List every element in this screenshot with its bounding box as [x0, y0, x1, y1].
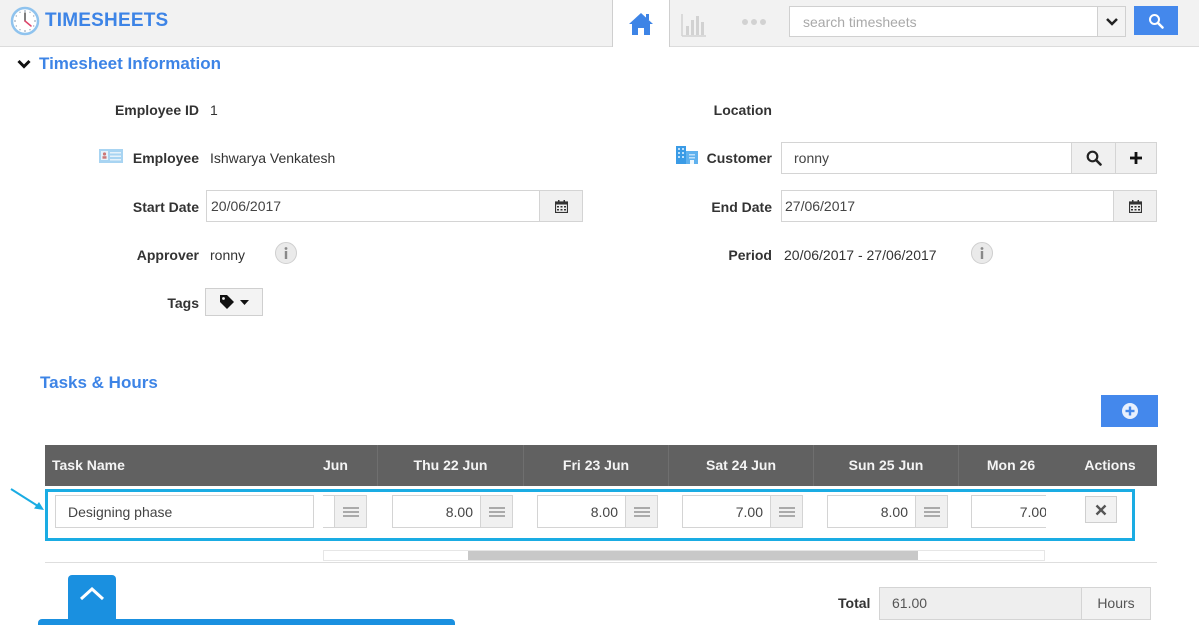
period-label: Period [728, 247, 772, 263]
nav-home-button[interactable] [612, 0, 670, 47]
employee-label: Employee [132, 150, 199, 166]
chevron-up-icon [79, 587, 105, 601]
add-task-button[interactable] [1101, 395, 1158, 427]
home-icon [629, 12, 653, 35]
clock-icon [10, 6, 40, 36]
menu-lines-icon [923, 506, 940, 517]
end-date-calendar-button[interactable] [1113, 191, 1156, 221]
end-date-label: End Date [711, 199, 772, 215]
menu-lines-icon [342, 506, 359, 517]
column-header-partial: Jun [323, 445, 378, 486]
chevron-down-icon [17, 59, 31, 69]
section-title: Timesheet Information [39, 54, 221, 73]
hour-menu-button[interactable] [625, 495, 658, 528]
bar-chart-icon[interactable] [680, 10, 708, 38]
hour-cell [392, 495, 513, 528]
task-name-input[interactable] [55, 495, 314, 528]
search-input[interactable] [790, 7, 1098, 36]
tasks-table-header: Task Name Jun Thu 22 Jun Fri 23 Jun Sat … [45, 445, 1157, 486]
bottom-panel-tab[interactable] [38, 619, 455, 625]
brand[interactable]: TIMESHEETS [10, 6, 168, 36]
hours-input[interactable] [537, 495, 626, 528]
customer-input[interactable] [782, 143, 1070, 173]
hour-menu-button[interactable] [334, 495, 367, 528]
calendar-icon [554, 199, 568, 213]
hour-cell [971, 495, 1046, 528]
employee-id-value: 1 [210, 102, 218, 118]
hour-menu-button[interactable] [770, 495, 803, 528]
total-label: Total [838, 595, 871, 611]
location-label: Location [713, 102, 772, 118]
tasks-section-title: Tasks & Hours [40, 373, 158, 392]
approver-info-icon[interactable] [275, 242, 297, 264]
hours-input[interactable] [971, 495, 1046, 528]
close-icon [1095, 504, 1107, 515]
customer-field [781, 142, 1157, 174]
start-date-calendar-button[interactable] [539, 191, 582, 221]
hour-cell [827, 495, 948, 528]
start-date-label: Start Date [132, 199, 199, 215]
employee-id-label: Employee ID [114, 102, 199, 118]
period-value: 20/06/2017 - 27/06/2017 [784, 247, 937, 263]
plus-circle-icon [1121, 403, 1138, 419]
column-header-day: Sat 24 Jun [669, 445, 814, 486]
hour-cell [682, 495, 803, 528]
search-dropdown-button[interactable] [1097, 7, 1125, 36]
approver-value: ronny [210, 247, 246, 263]
plus-icon [1130, 152, 1142, 164]
column-header-actions: Actions [1084, 457, 1136, 473]
column-header-day: Mon 26 [986, 457, 1036, 473]
customer-add-button[interactable] [1115, 143, 1156, 173]
customer-label: Customer [706, 150, 772, 166]
table-horizontal-scrollbar[interactable] [323, 550, 1045, 561]
delete-row-button[interactable] [1085, 496, 1117, 523]
search-box [789, 6, 1126, 37]
calendar-icon [1128, 199, 1142, 213]
hours-input[interactable] [392, 495, 481, 528]
caret-down-icon [240, 299, 249, 305]
employee-value: Ishwarya Venkatesh [210, 150, 336, 166]
hour-menu-button[interactable] [915, 495, 948, 528]
approver-label: Approver [136, 247, 199, 263]
scroll-to-top-button[interactable] [68, 575, 116, 623]
employee-card-icon [99, 149, 123, 163]
total-unit: Hours [1081, 587, 1151, 620]
start-date-field [206, 190, 583, 222]
column-header-day: Thu 22 Jun [378, 445, 524, 486]
customer-search-button[interactable] [1071, 143, 1115, 173]
search-icon [1086, 150, 1102, 166]
hour-cell-partial [323, 495, 368, 528]
section-toggle[interactable]: Timesheet Information [17, 54, 221, 74]
search-icon [1149, 13, 1164, 29]
top-bar: TIMESHEETS [0, 0, 1199, 47]
hour-cell [537, 495, 658, 528]
arrow-indicator-icon [10, 488, 44, 510]
column-header-day: Fri 23 Jun [524, 445, 669, 486]
hours-input[interactable] [682, 495, 771, 528]
start-date-input[interactable] [207, 191, 537, 221]
tags-label: Tags [167, 295, 199, 311]
column-header-task-name: Task Name [52, 457, 125, 473]
chevron-down-icon [1105, 17, 1118, 26]
end-date-field [781, 190, 1157, 222]
more-dots-icon[interactable] [740, 14, 768, 30]
period-info-icon[interactable] [971, 242, 993, 264]
search-button[interactable] [1134, 6, 1178, 35]
total-value: 61.00 [879, 587, 1082, 620]
app-title: TIMESHEETS [45, 10, 169, 31]
end-date-input[interactable] [782, 191, 1112, 221]
tags-dropdown-button[interactable] [205, 288, 263, 316]
scrollbar-thumb[interactable] [468, 551, 918, 560]
tag-icon [220, 295, 234, 309]
menu-lines-icon [633, 506, 650, 517]
column-header-day: Sun 25 Jun [814, 445, 959, 486]
table-divider [45, 562, 1157, 563]
menu-lines-icon [778, 506, 795, 517]
hours-input[interactable] [827, 495, 916, 528]
hour-menu-button[interactable] [480, 495, 513, 528]
building-icon [676, 146, 698, 164]
menu-lines-icon [488, 506, 505, 517]
